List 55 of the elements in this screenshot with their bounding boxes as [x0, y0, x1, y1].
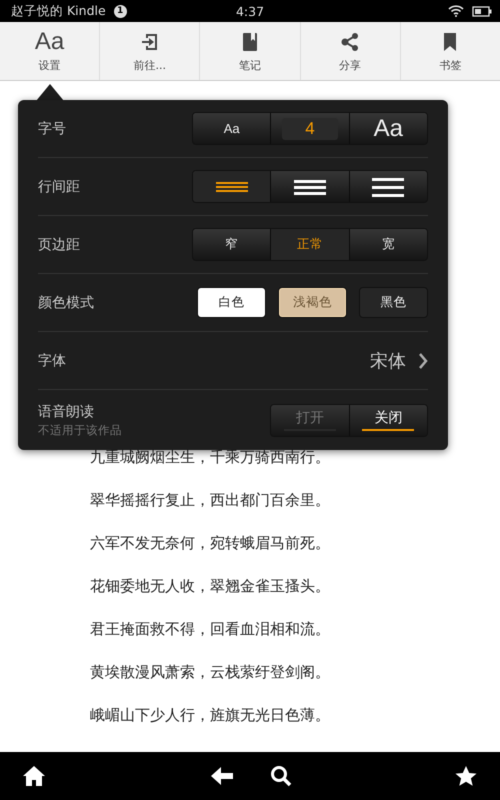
home-icon	[22, 765, 46, 787]
search-button[interactable]	[270, 765, 292, 787]
margin-option[interactable]: 宽	[350, 229, 427, 260]
home-button[interactable]	[22, 765, 46, 787]
poem-line: 六军不发无奈何，宛转蛾眉马前死。	[90, 533, 331, 554]
setting-label: 字号	[38, 120, 66, 138]
device-name: 赵子悦的 Kindle	[11, 2, 106, 20]
notification-badge[interactable]: 1	[114, 4, 127, 18]
color-mode-option[interactable]: 浅褐色	[278, 287, 347, 318]
font-picker[interactable]: 宋体	[370, 348, 428, 372]
search-icon	[270, 765, 292, 787]
setting-label: 颜色模式	[38, 294, 94, 312]
poem-line: 翠华摇摇行复止，西出都门百余里。	[90, 490, 331, 511]
wifi-icon	[448, 5, 464, 17]
back-button[interactable]	[210, 765, 234, 787]
poem-line: 花钿委地无人收，翠翘金雀玉搔头。	[90, 576, 331, 597]
notebook-icon	[242, 32, 258, 52]
decrease-font-button[interactable]: Aa	[193, 113, 272, 144]
setting-label: 字体	[38, 352, 66, 370]
go-to-icon	[140, 32, 160, 52]
clock: 4:37	[236, 4, 264, 18]
chevron-icon	[418, 352, 428, 370]
line-spacing-option[interactable]	[271, 171, 350, 202]
font-settings-icon: Aa	[34, 30, 64, 54]
favorites-button[interactable]	[454, 765, 478, 787]
font-size-value: 4	[282, 118, 338, 140]
poem-line: 九重城阙烟尘生，千乘万骑西南行。	[90, 447, 331, 468]
line-spacing-option[interactable]	[193, 171, 272, 202]
toolbar-button[interactable]: 分享	[300, 22, 401, 80]
color-mode-option[interactable]: 黑色	[359, 287, 428, 318]
poem-line: 黄埃散漫风萧索，云栈萦纡登剑阁。	[90, 662, 331, 683]
margin-option[interactable]: 正常	[271, 229, 350, 260]
setting-label: 行间距	[38, 178, 80, 196]
star-icon	[454, 765, 478, 787]
poem-line: 君王掩面救不得，回看血泪相和流。	[90, 619, 331, 640]
setting-label: 页边距	[38, 236, 80, 254]
color-mode-option[interactable]: 白色	[197, 287, 266, 318]
poem-line: 峨嵋山下少人行，旌旗无光日色薄。	[90, 705, 331, 726]
toggle-option[interactable]: 关闭	[350, 404, 427, 436]
toolbar-button[interactable]: 前往...	[100, 22, 200, 80]
back-arrow-icon	[210, 765, 234, 787]
bookmark-icon	[443, 32, 458, 52]
toolbar-button[interactable]: Aa 设置	[0, 22, 100, 80]
setting-label: 语音朗读	[38, 402, 95, 420]
toolbar-button[interactable]: 书签	[400, 22, 500, 80]
battery-icon	[472, 6, 492, 16]
margin-option[interactable]: 窄	[193, 229, 272, 260]
setting-note: 不适用于该作品	[38, 422, 122, 438]
share-icon	[340, 32, 360, 52]
line-spacing-icon	[294, 178, 326, 194]
line-spacing-icon	[372, 176, 404, 196]
line-spacing-option[interactable]	[350, 171, 427, 202]
increase-font-button[interactable]: Aa	[350, 113, 427, 144]
toolbar-button[interactable]: 笔记	[200, 22, 301, 80]
line-spacing-icon	[216, 180, 248, 192]
